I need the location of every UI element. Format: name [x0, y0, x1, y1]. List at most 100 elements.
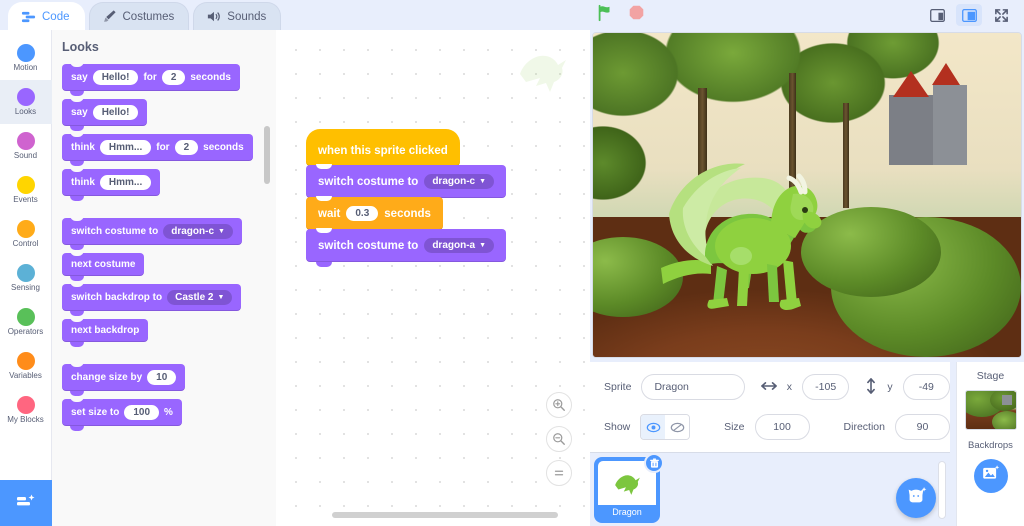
sprite-list-scrollbar[interactable]	[938, 461, 946, 519]
palette-block-1[interactable]: say Hello!	[62, 96, 148, 131]
category-looks[interactable]: Looks	[0, 80, 52, 124]
eye-icon[interactable]	[641, 415, 666, 439]
category-my-blocks[interactable]: My Blocks	[0, 388, 52, 432]
zoom-out-icon[interactable]	[546, 426, 572, 452]
category-events[interactable]: Events	[0, 168, 52, 212]
backdrops-label: Backdrops	[968, 440, 1013, 451]
script-block-3-text-0: switch costume to	[318, 239, 419, 252]
tab-sounds-label: Sounds	[227, 10, 267, 23]
editor-tabs: Code Costumes Sounds	[0, 0, 580, 30]
category-motion[interactable]: Motion	[0, 36, 52, 80]
sprite-name-input[interactable]: Dragon	[641, 374, 745, 400]
palette-block-8[interactable]: change size by 10	[62, 361, 186, 396]
script-block-1-dropdown-1[interactable]: dragon-c ▼	[424, 174, 495, 189]
script-block-2-text-0: wait	[318, 207, 341, 220]
y-label: y	[887, 381, 893, 393]
sprite-card-dragon[interactable]: Dragon	[596, 453, 664, 521]
x-input[interactable]: -105	[801, 374, 850, 400]
palette-block-0-input-1[interactable]: Hello!	[92, 70, 139, 85]
castle-roof	[893, 71, 929, 97]
palette-block-3[interactable]: think Hmm...	[62, 166, 161, 201]
palette-block-2-input-1[interactable]: Hmm...	[99, 140, 152, 155]
y-input[interactable]: -49	[902, 374, 950, 400]
events-color-dot	[16, 175, 35, 194]
category-sensing[interactable]: Sensing	[0, 256, 52, 300]
sprite-info-row-2: Show Size 100 Direction 90	[590, 400, 951, 440]
stage-selector-header: Stage	[976, 370, 1005, 382]
script-block-2[interactable]: wait 0.3 seconds	[306, 196, 443, 235]
operators-color-dot	[16, 307, 35, 326]
script-block-1[interactable]: switch costume to dragon-c ▼	[306, 164, 507, 203]
palette-block-4-dropdown-1[interactable]: dragon-c ▼	[163, 224, 233, 239]
zoom-in-icon[interactable]	[546, 392, 572, 418]
palette-block-7[interactable]: next backdrop	[62, 316, 149, 347]
add-sprite-icon	[905, 485, 927, 512]
palette-block-5[interactable]: next costume	[62, 250, 145, 281]
category-control[interactable]: Control	[0, 212, 52, 256]
large-stage-button[interactable]	[956, 4, 982, 26]
tab-costumes[interactable]: Costumes	[88, 2, 190, 30]
stage-canvas[interactable]	[592, 32, 1022, 358]
workspace-zoom-controls	[546, 392, 572, 486]
palette-block-6-text-0: switch backdrop to	[71, 292, 163, 303]
small-stage-button[interactable]	[924, 4, 950, 26]
stage-backdrop-castle	[877, 63, 987, 173]
category-variables[interactable]: Variables	[0, 344, 52, 388]
palette-block-1-input-1[interactable]: Hello!	[92, 105, 139, 120]
palette-block-7-text-0: next backdrop	[71, 325, 140, 336]
castle-tower	[933, 85, 967, 165]
palette-block-6-dropdown-1[interactable]: Castle 2 ▼	[167, 290, 233, 305]
stage-selector[interactable]: Stage Backdrops	[956, 362, 1024, 526]
dragon-sprite[interactable]	[653, 138, 828, 328]
direction-input[interactable]: 90	[894, 414, 951, 440]
fullscreen-button[interactable]	[988, 4, 1014, 26]
script-block-3[interactable]: switch costume to dragon-a ▼	[306, 228, 507, 267]
stage-area	[590, 30, 1024, 360]
category-sound[interactable]: Sound	[0, 124, 52, 168]
palette-block-8-input-1[interactable]: 10	[147, 370, 177, 385]
palette-block-2-input-3[interactable]: 2	[174, 140, 199, 155]
tab-sounds[interactable]: Sounds	[193, 2, 282, 30]
sprite-list: Dragon	[590, 452, 950, 526]
chevron-down-icon: ▼	[218, 228, 225, 235]
block-palette[interactable]: Looks say Hello! for 2 seconds say Hello! think…	[52, 30, 276, 526]
green-flag-icon[interactable]	[596, 4, 614, 27]
palette-scrollbar[interactable]	[264, 126, 270, 184]
category-operators[interactable]: Operators	[0, 300, 52, 344]
script-block-1-text-0: switch costume to	[318, 175, 419, 188]
palette-block-2[interactable]: think Hmm... for 2 seconds	[62, 131, 253, 166]
size-input[interactable]: 100	[754, 414, 810, 440]
stop-icon[interactable]	[628, 4, 645, 26]
stage-backdrop-thumbnail	[964, 390, 1017, 430]
add-backdrop-button[interactable]	[973, 459, 1008, 493]
palette-block-0-text-0: say	[71, 72, 88, 83]
workspace-horizontal-scrollbar[interactable]	[332, 512, 558, 518]
script-stack[interactable]: when this sprite clicked switch costume t…	[306, 129, 507, 267]
trash-icon[interactable]	[644, 453, 664, 473]
code-workspace[interactable]: when this sprite clicked switch costume t…	[276, 30, 590, 526]
add-extension-button[interactable]	[0, 480, 52, 526]
sprite-info-row-1: Sprite Dragon x -105 y -49	[590, 362, 950, 400]
script-block-2-input-1[interactable]: 0.3	[346, 206, 379, 221]
code-icon	[21, 9, 36, 24]
castle-roof	[932, 63, 960, 85]
zoom-reset-icon[interactable]	[546, 460, 572, 486]
script-block-3-dropdown-1[interactable]: dragon-a ▼	[424, 238, 495, 253]
show-label: Show	[604, 421, 631, 433]
palette-block-3-input-1[interactable]: Hmm...	[99, 175, 152, 190]
palette-block-9-input-1[interactable]: 100	[124, 405, 160, 420]
palette-block-0[interactable]: say Hello! for 2 seconds	[62, 61, 240, 96]
palette-block-3-text-0: think	[71, 177, 95, 188]
palette-block-6[interactable]: switch backdrop to Castle 2 ▼	[62, 281, 242, 316]
palette-block-0-input-3[interactable]: 2	[161, 70, 186, 85]
tab-code[interactable]: Code	[8, 2, 85, 30]
script-block-0[interactable]: when this sprite clicked	[306, 129, 460, 171]
direction-label: Direction	[843, 421, 885, 433]
category-control-label: Control	[12, 238, 39, 248]
eye-slash-icon[interactable]	[665, 415, 690, 439]
add-sprite-button[interactable]	[896, 478, 936, 518]
palette-block-4[interactable]: switch costume to dragon-c ▼	[62, 215, 242, 250]
sprite-name-label: Sprite	[604, 381, 632, 393]
category-my-blocks-label: My Blocks	[7, 414, 44, 424]
palette-block-9[interactable]: set size to 100%	[62, 396, 182, 431]
